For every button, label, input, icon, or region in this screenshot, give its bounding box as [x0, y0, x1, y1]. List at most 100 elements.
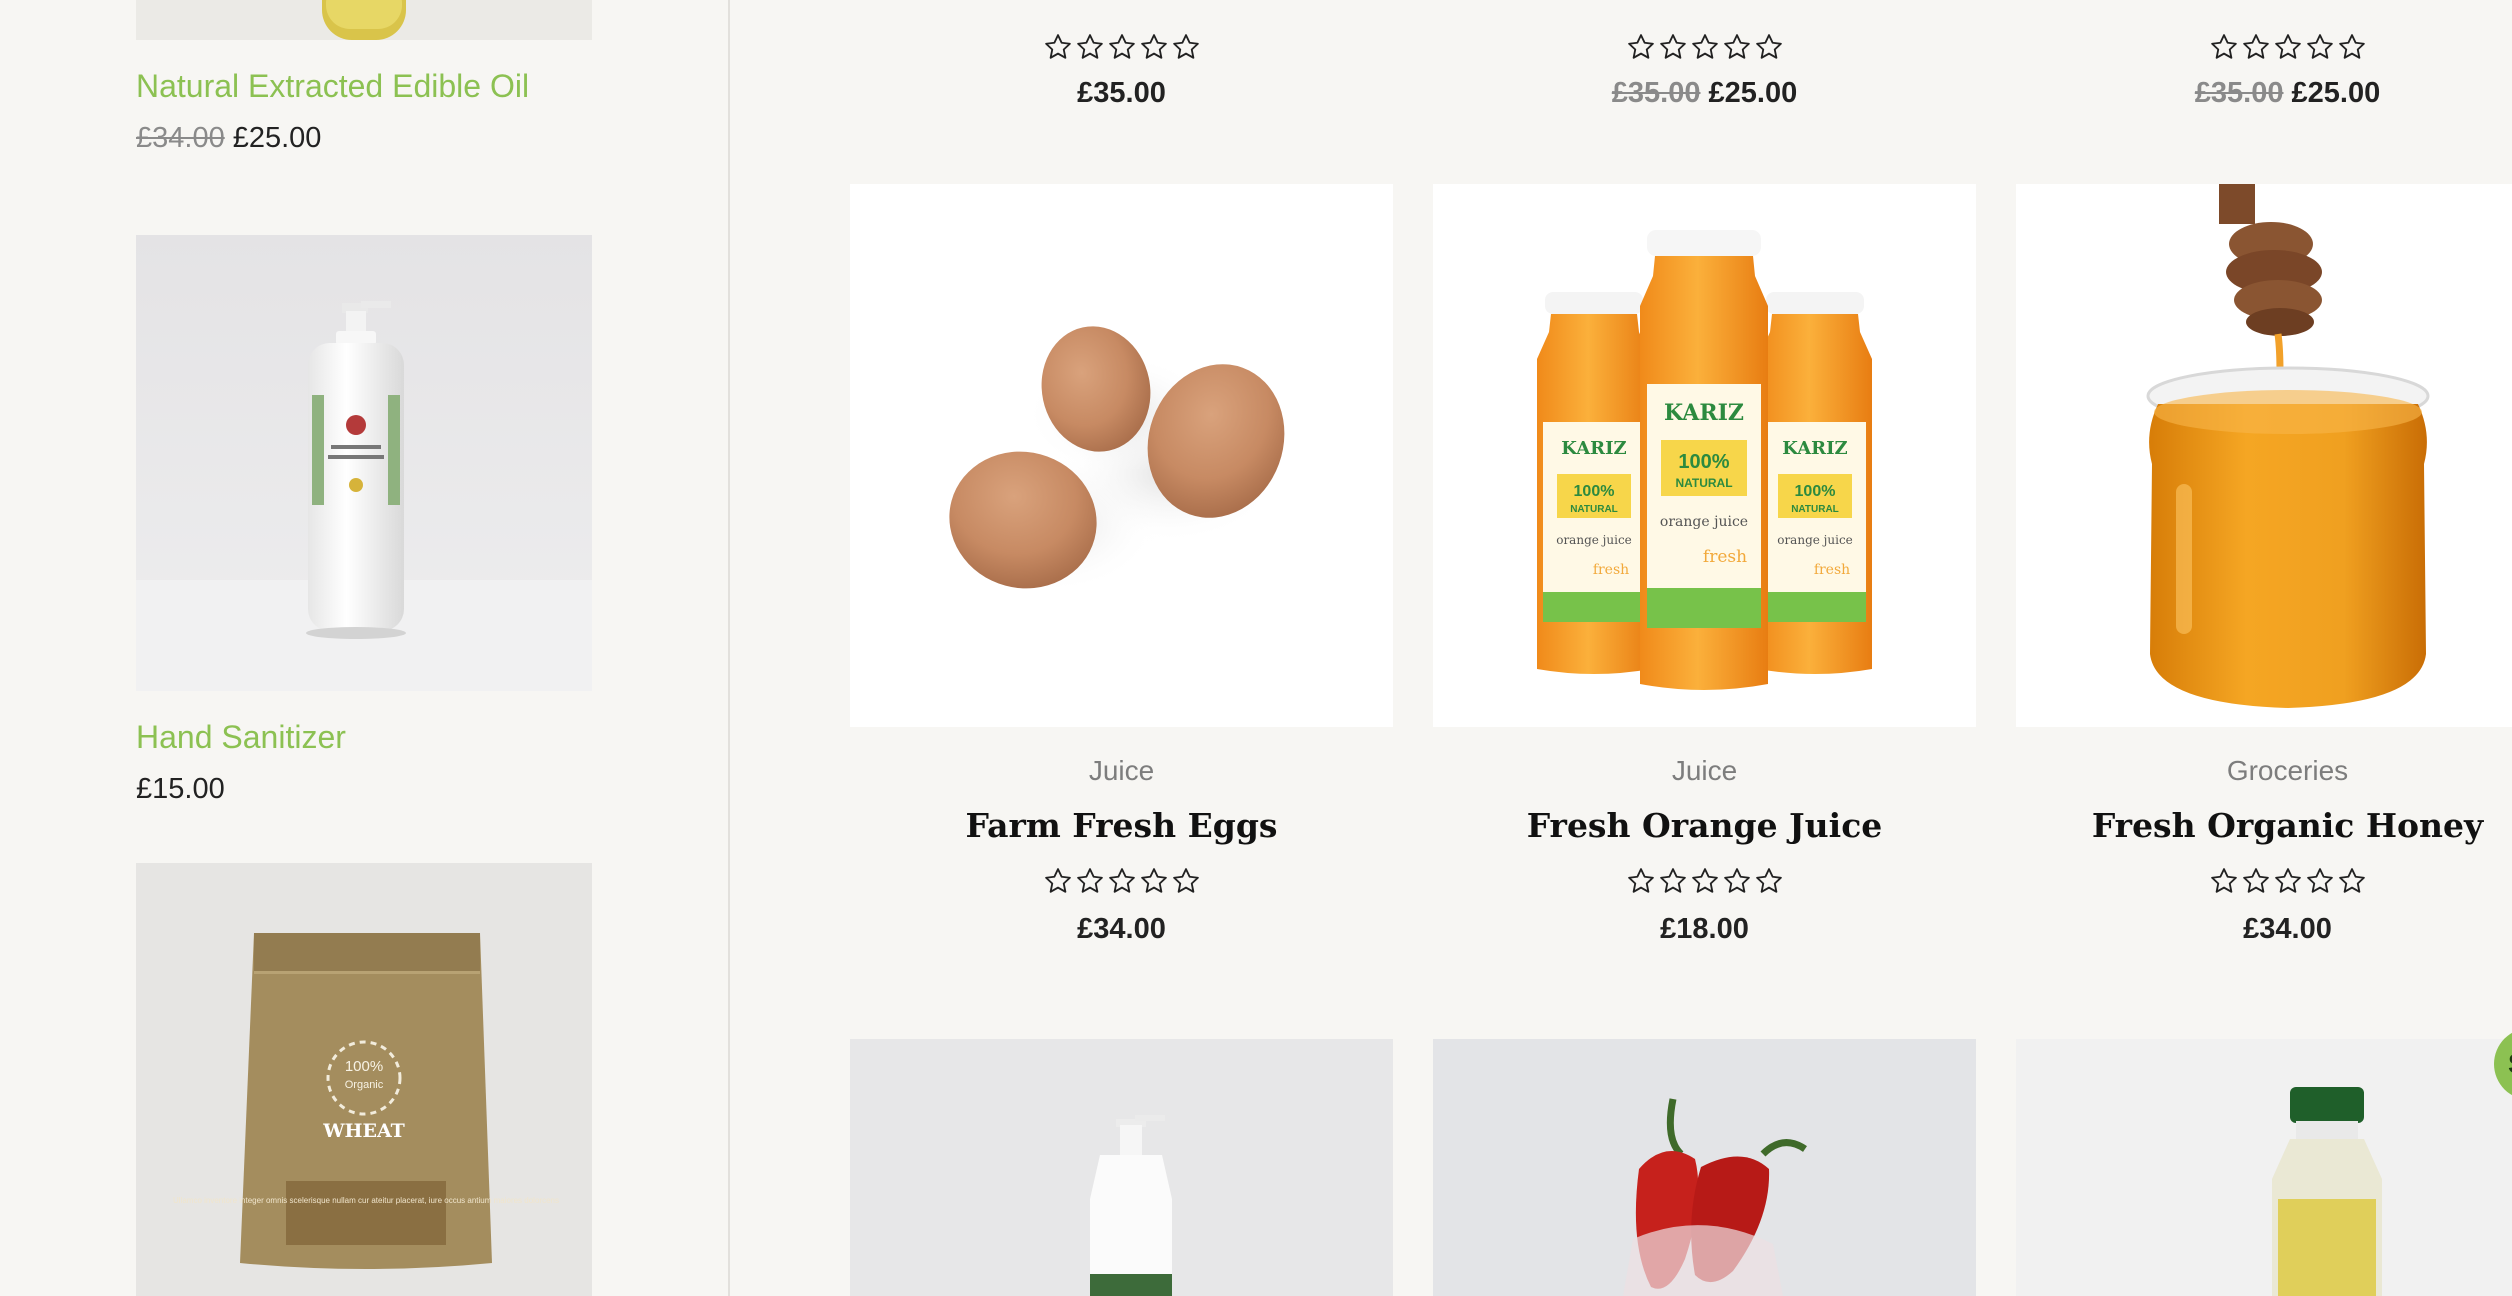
current-price: £25.00: [232, 122, 322, 154]
product-card-fresh-orange-juice[interactable]: KARIZ 100% NATURAL orange juice fresh KA…: [1433, 184, 1976, 944]
sidebar-product-list: Natural Extracted Edible Oil £34.00 £25.0…: [0, 0, 728, 1296]
svg-text:NATURAL: NATURAL: [1675, 476, 1732, 490]
old-price: £34.00: [136, 122, 225, 154]
product-title[interactable]: Fresh Organic Honey: [2016, 809, 2512, 842]
oil-bottle-image[interactable]: [2016, 1039, 2512, 1296]
product-category[interactable]: Juice: [1433, 757, 1976, 785]
svg-text:orange juice: orange juice: [1777, 533, 1853, 547]
star-icon: [1171, 32, 1201, 67]
star-icon: [1754, 866, 1784, 901]
star-icon: [2241, 32, 2271, 67]
product-category[interactable]: Groceries: [2016, 757, 2512, 785]
star-icon: [1626, 32, 1656, 67]
star-icon: [1043, 866, 1073, 901]
svg-text:KARIZ: KARIZ: [1782, 438, 1847, 459]
product-price: £35.00 £25.00: [1433, 79, 1976, 108]
juice-bottle-right: KARIZ 100% NATURAL orange juice fresh: [1758, 292, 1872, 674]
star-icon: [2337, 32, 2367, 67]
star-icon: [1075, 866, 1105, 901]
star-icon: [1139, 32, 1169, 67]
svg-text:orange juice: orange juice: [1556, 533, 1632, 547]
svg-text:100%: 100%: [1795, 483, 1836, 500]
star-icon: [1075, 32, 1105, 67]
star-icon: [2273, 866, 2303, 901]
product-card-top-2[interactable]: £35.00 £25.00: [1433, 8, 1976, 108]
honey-image[interactable]: [2016, 184, 2512, 727]
svg-text:fresh: fresh: [1814, 562, 1850, 578]
rating-stars: [2016, 866, 2512, 901]
star-icon: [1139, 866, 1169, 901]
star-icon: [1107, 866, 1137, 901]
sidebar-product-price: £34.00 £25.00: [136, 124, 592, 153]
edible-oil-image[interactable]: [136, 0, 592, 40]
star-icon: [1658, 866, 1688, 901]
star-icon: [1722, 32, 1752, 67]
star-icon: [2273, 32, 2303, 67]
sidebar-product-title[interactable]: Hand Sanitizer: [136, 721, 592, 753]
orange-juice-image[interactable]: KARIZ 100% NATURAL orange juice fresh KA…: [1433, 184, 1976, 727]
star-icon: [2337, 866, 2367, 901]
soap-bottle-image[interactable]: [850, 1039, 1393, 1296]
svg-text:100%: 100%: [1678, 451, 1729, 473]
star-icon: [1171, 866, 1201, 901]
star-icon: [2241, 866, 2271, 901]
old-price: £35.00: [1611, 77, 1701, 109]
product-price: £34.00: [2243, 913, 2332, 945]
star-icon: [1690, 32, 1720, 67]
sidebar-product-edible-oil[interactable]: Natural Extracted Edible Oil £34.00 £25.0…: [136, 0, 592, 153]
hand-sanitizer-image[interactable]: [136, 235, 592, 691]
star-icon: [2209, 32, 2239, 67]
svg-text:fresh: fresh: [1703, 547, 1747, 567]
star-icon: [1658, 32, 1688, 67]
product-card-fresh-organic-honey[interactable]: Groceries Fresh Organic Honey £34.00: [2016, 184, 2512, 944]
sidebar-product-price: £15.00: [136, 773, 225, 805]
sidebar-product-wheat[interactable]: 100% Organic WHEAT Ullamco inventore int…: [136, 863, 592, 1296]
product-card-top-1[interactable]: £35.00: [850, 8, 1393, 108]
wheat-badge-text: 100%: [345, 1058, 383, 1075]
current-price: £35.00: [1077, 77, 1166, 109]
product-price: £35.00 £25.00: [2016, 79, 2512, 108]
rating-stars: [2016, 32, 2512, 67]
product-card-bottom-2[interactable]: [1433, 1039, 1976, 1296]
svg-text:100%: 100%: [1574, 483, 1615, 500]
svg-text:fresh: fresh: [1593, 562, 1629, 578]
current-price: £25.00: [1708, 77, 1798, 109]
eggs-image[interactable]: [850, 184, 1393, 727]
sidebar-divider: [728, 0, 730, 1296]
wheat-badge-sub: Organic: [345, 1079, 384, 1091]
product-title[interactable]: Fresh Orange Juice: [1433, 809, 1976, 842]
juice-bottle-center: KARIZ 100% NATURAL orange juice fresh: [1640, 230, 1768, 690]
star-icon: [1690, 866, 1720, 901]
star-icon: [1626, 866, 1656, 901]
product-price: £18.00: [1660, 913, 1749, 945]
star-icon: [2305, 866, 2335, 901]
star-icon: [2209, 866, 2239, 901]
star-icon: [2305, 32, 2335, 67]
old-price: £35.00: [2194, 77, 2284, 109]
svg-text:KARIZ: KARIZ: [1561, 438, 1626, 459]
rating-stars: [850, 32, 1393, 67]
sidebar-product-hand-sanitizer[interactable]: Hand Sanitizer £15.00: [136, 235, 592, 804]
svg-text:orange juice: orange juice: [1660, 514, 1748, 530]
svg-text:NATURAL: NATURAL: [1570, 504, 1618, 515]
svg-text:KARIZ: KARIZ: [1664, 400, 1744, 426]
product-category[interactable]: Juice: [850, 757, 1393, 785]
product-card-top-3[interactable]: £35.00 £25.00: [2016, 8, 2512, 108]
current-price: £25.00: [2291, 77, 2381, 109]
svg-text:NATURAL: NATURAL: [1791, 504, 1839, 515]
product-price: £34.00: [1077, 913, 1166, 945]
star-icon: [1107, 32, 1137, 67]
wheat-label: WHEAT: [322, 1120, 405, 1142]
wheat-bag-image[interactable]: 100% Organic WHEAT Ullamco inventore int…: [136, 863, 592, 1296]
rating-stars: [850, 866, 1393, 901]
product-card-bottom-3[interactable]: [2016, 1039, 2512, 1296]
product-card-farm-fresh-eggs[interactable]: Juice Farm Fresh Eggs £34.00: [850, 184, 1393, 944]
red-pepper-image[interactable]: [1433, 1039, 1976, 1296]
product-price: £35.00: [850, 79, 1393, 108]
sidebar-product-title[interactable]: Natural Extracted Edible Oil: [136, 70, 592, 102]
star-icon: [1754, 32, 1784, 67]
star-icon: [1043, 32, 1073, 67]
wheat-small-text: Ullamco inventore integer omnis sceleris…: [173, 1196, 559, 1205]
product-card-bottom-1[interactable]: [850, 1039, 1393, 1296]
product-title[interactable]: Farm Fresh Eggs: [850, 809, 1393, 842]
